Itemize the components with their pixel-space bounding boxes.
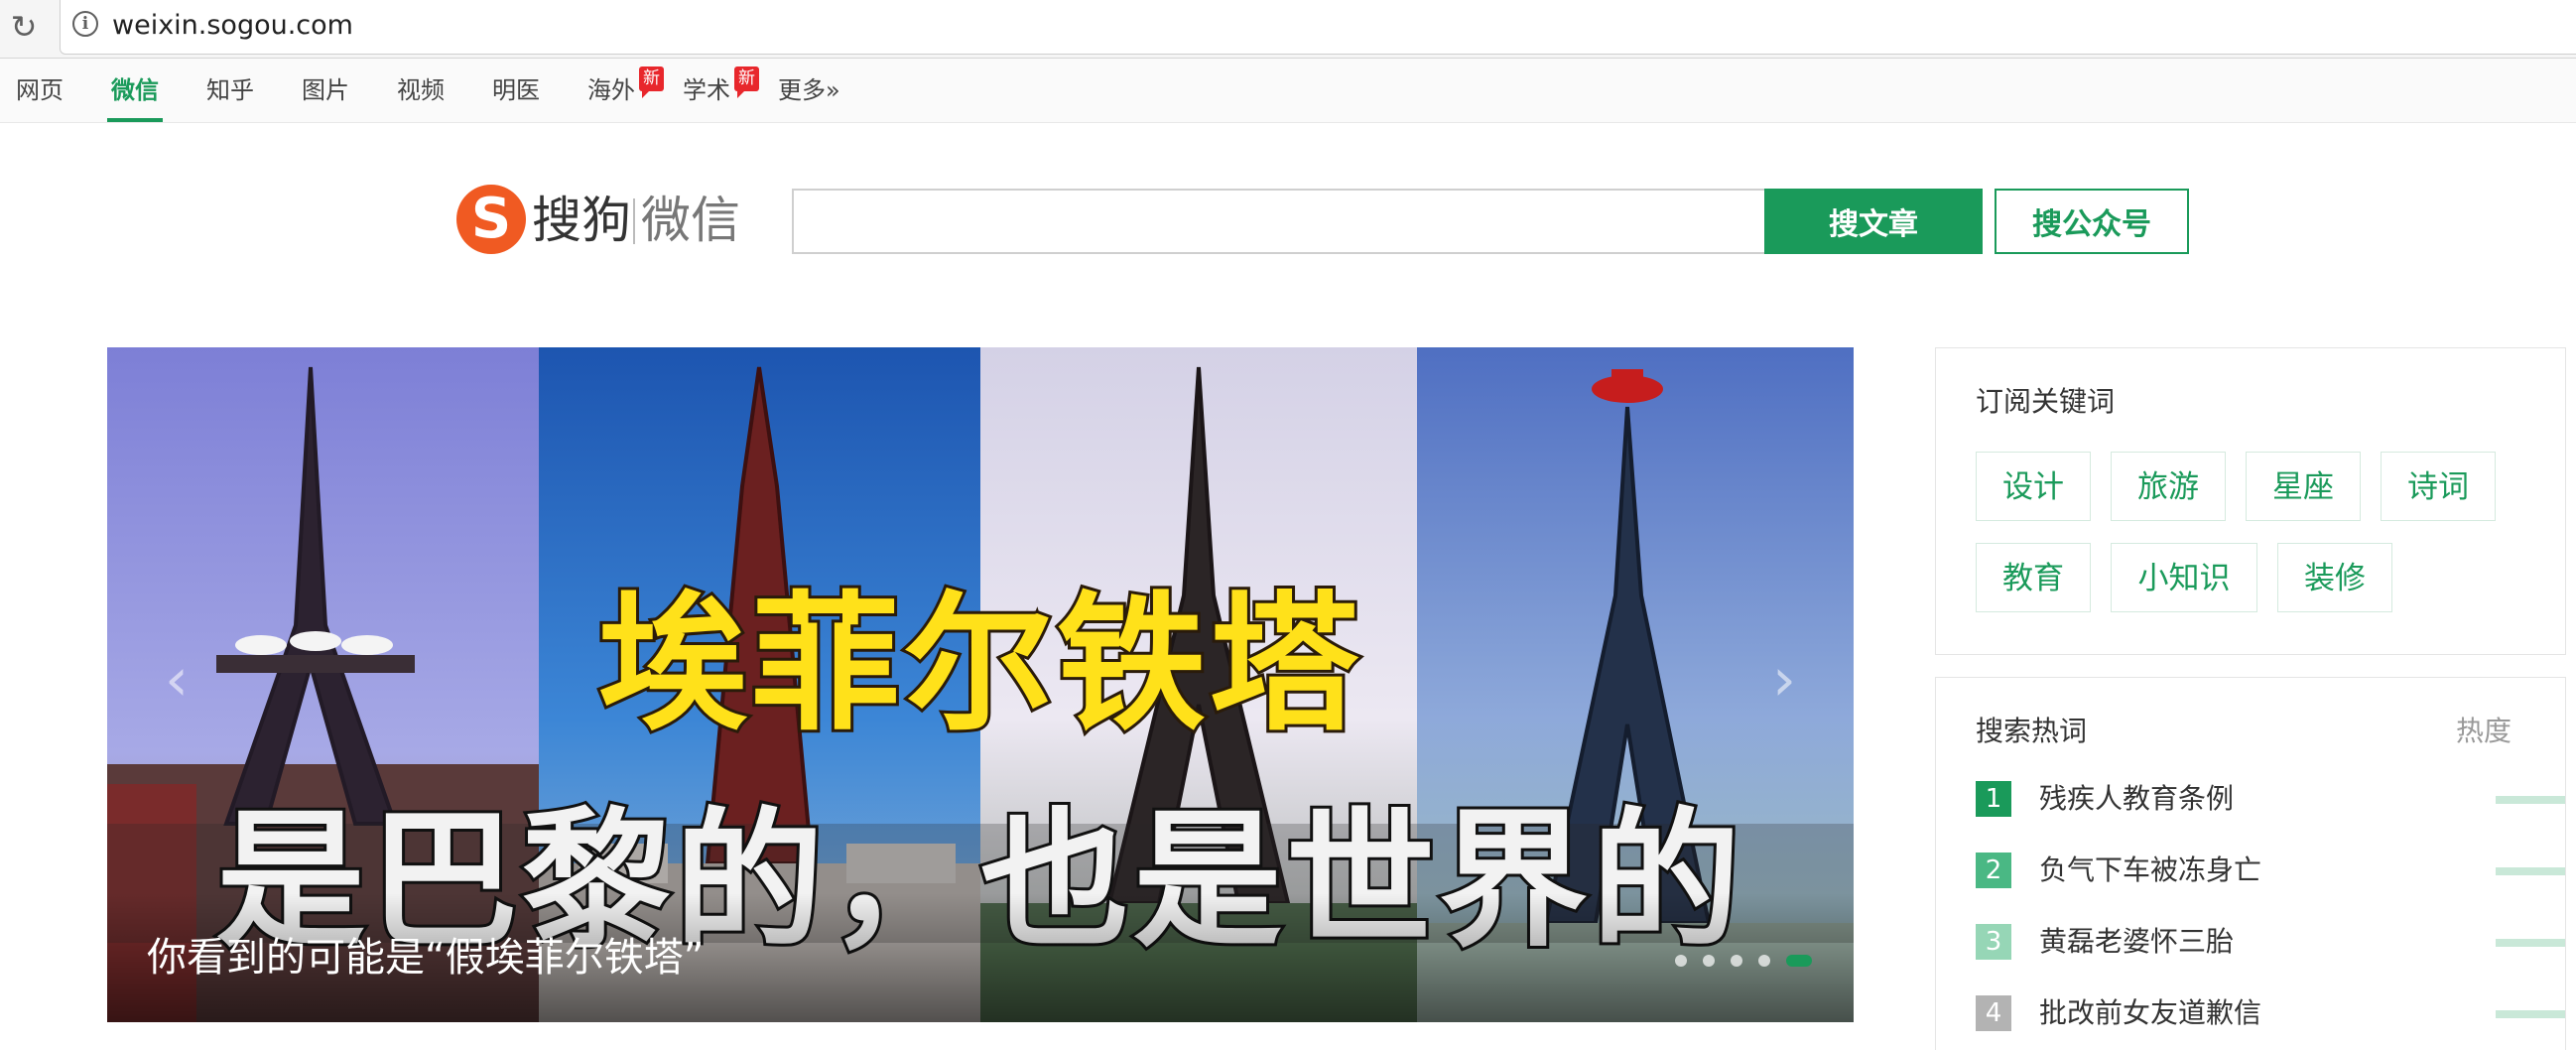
hot-search-text[interactable]: 负气下车被冻身亡 bbox=[2039, 851, 2261, 890]
carousel-prev-icon[interactable]: ‹ bbox=[157, 645, 196, 715]
browser-address-bar: ↻ i weixin.sogou.com bbox=[0, 0, 2576, 59]
url-text[interactable]: weixin.sogou.com bbox=[112, 9, 353, 43]
nav-item-academic[interactable]: 学术 bbox=[683, 59, 730, 122]
carousel-dot[interactable] bbox=[1731, 955, 1742, 967]
carousel-dot[interactable] bbox=[1675, 955, 1687, 967]
nav-item-web[interactable]: 网页 bbox=[16, 59, 64, 122]
rank-badge: 2 bbox=[1976, 853, 2011, 888]
keyword-tag[interactable]: 星座 bbox=[2246, 452, 2361, 521]
heat-bar bbox=[2496, 1010, 2565, 1018]
hot-search-item[interactable]: 1 残疾人教育条例 bbox=[1976, 779, 2565, 819]
search-articles-button[interactable]: 搜文章 bbox=[1764, 189, 1983, 254]
banner-caption[interactable]: 你看到的可能是“假埃菲尔铁塔” bbox=[147, 928, 704, 987]
carousel-dot-active[interactable] bbox=[1786, 955, 1812, 967]
heat-bar bbox=[2496, 867, 2565, 875]
hot-search-item[interactable]: 4 批改前女友道歉信 bbox=[1976, 993, 2565, 1033]
nav-item-mingyi[interactable]: 明医 bbox=[492, 59, 540, 122]
keyword-tag[interactable]: 教育 bbox=[1976, 543, 2091, 612]
hot-searches-panel: 搜索热词 热度 1 残疾人教育条例 2 负气下车被冻身亡 3 黄磊老婆怀三胎 4… bbox=[1935, 677, 2566, 1050]
keyword-tag[interactable]: 小知识 bbox=[2111, 543, 2257, 612]
nav-item-overseas[interactable]: 海外 bbox=[587, 59, 635, 122]
hot-search-text[interactable]: 黄磊老婆怀三胎 bbox=[2039, 922, 2234, 962]
banner-headline-1: 埃菲尔铁塔 bbox=[595, 576, 1362, 754]
hot-searches-title: 搜索热词 bbox=[1976, 715, 2088, 747]
hot-search-text[interactable]: 残疾人教育条例 bbox=[2039, 779, 2234, 819]
hot-search-item[interactable]: 3 黄磊老婆怀三胎 bbox=[1976, 922, 2565, 962]
rank-badge: 4 bbox=[1976, 995, 2011, 1031]
search-input[interactable] bbox=[792, 189, 1764, 254]
heat-bar bbox=[2496, 796, 2565, 804]
new-badge: 新 bbox=[734, 66, 759, 98]
sogou-logo-icon: S bbox=[456, 185, 526, 254]
reload-icon[interactable]: ↻ bbox=[8, 9, 40, 45]
banner-carousel[interactable]: 埃菲尔铁塔 是巴黎的，也是世界的 你看到的可能是“假埃菲尔铁塔” ‹ › bbox=[107, 347, 1854, 1022]
hot-search-text[interactable]: 批改前女友道歉信 bbox=[2039, 993, 2261, 1033]
subscribe-keywords-panel: 订阅关键词 设计 旅游 星座 诗词 教育 小知识 装修 bbox=[1935, 347, 2566, 655]
heat-column-label: 热度 bbox=[2456, 715, 2512, 747]
carousel-dot[interactable] bbox=[1703, 955, 1715, 967]
url-field[interactable]: i weixin.sogou.com bbox=[60, 0, 2576, 55]
logo-product-text: 微信 bbox=[641, 192, 740, 249]
carousel-next-icon[interactable]: › bbox=[1764, 645, 1804, 715]
heat-bar bbox=[2496, 939, 2565, 947]
nav-item-video[interactable]: 视频 bbox=[397, 59, 445, 122]
keyword-tag[interactable]: 装修 bbox=[2277, 543, 2392, 612]
search-accounts-button[interactable]: 搜公众号 bbox=[1995, 189, 2189, 254]
info-icon[interactable]: i bbox=[72, 11, 98, 37]
carousel-dot[interactable] bbox=[1758, 955, 1770, 967]
nav-item-zhihu[interactable]: 知乎 bbox=[206, 59, 254, 122]
new-badge: 新 bbox=[639, 66, 664, 98]
rank-badge: 1 bbox=[1976, 781, 2011, 817]
logo-divider bbox=[633, 198, 635, 244]
hot-search-item[interactable]: 2 负气下车被冻身亡 bbox=[1976, 851, 2565, 890]
keyword-tag[interactable]: 诗词 bbox=[2381, 452, 2496, 521]
nav-item-weixin[interactable]: 微信 bbox=[107, 59, 163, 122]
logo-brand-text: 搜狗 bbox=[532, 192, 631, 249]
category-nav: 网页 微信 知乎 图片 视频 明医 海外 新 学术 新 更多» bbox=[0, 59, 2576, 123]
keyword-tag[interactable]: 旅游 bbox=[2111, 452, 2226, 521]
nav-item-images[interactable]: 图片 bbox=[302, 59, 349, 122]
subscribe-title: 订阅关键词 bbox=[1976, 385, 2116, 418]
keyword-tag[interactable]: 设计 bbox=[1976, 452, 2091, 521]
rank-badge: 3 bbox=[1976, 924, 2011, 960]
nav-item-more[interactable]: 更多» bbox=[778, 59, 840, 122]
